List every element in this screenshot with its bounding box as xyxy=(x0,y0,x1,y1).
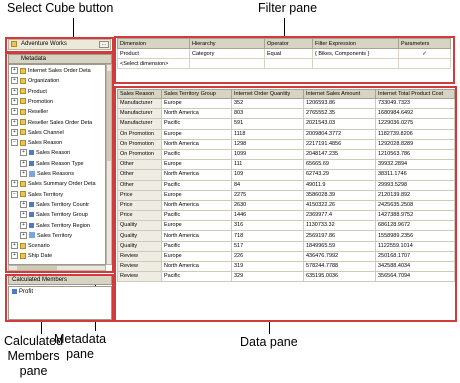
callout-calc-line-2: Members xyxy=(7,349,60,363)
leader-line-calc xyxy=(41,322,42,334)
callout-data-pane: Data pane xyxy=(240,335,298,349)
calculated-members-pane-highlight xyxy=(5,274,114,322)
callout-select-cube-button: Select Cube button xyxy=(7,1,114,15)
callout-filter-pane: Filter pane xyxy=(258,1,318,15)
leader-line-data xyxy=(269,322,270,334)
metadata-pane-highlight xyxy=(5,52,114,273)
callout-calc-line-3: pane xyxy=(19,364,48,378)
callout-calculated-members-pane: Calculated Members pane xyxy=(4,334,63,379)
cube-button-highlight xyxy=(5,37,114,53)
filter-pane-highlight xyxy=(114,36,455,84)
leader-line-filter xyxy=(284,18,285,38)
callout-calc-line-1: Calculated xyxy=(4,334,64,348)
data-pane-highlight xyxy=(114,86,457,322)
leader-line-cube xyxy=(73,18,74,38)
